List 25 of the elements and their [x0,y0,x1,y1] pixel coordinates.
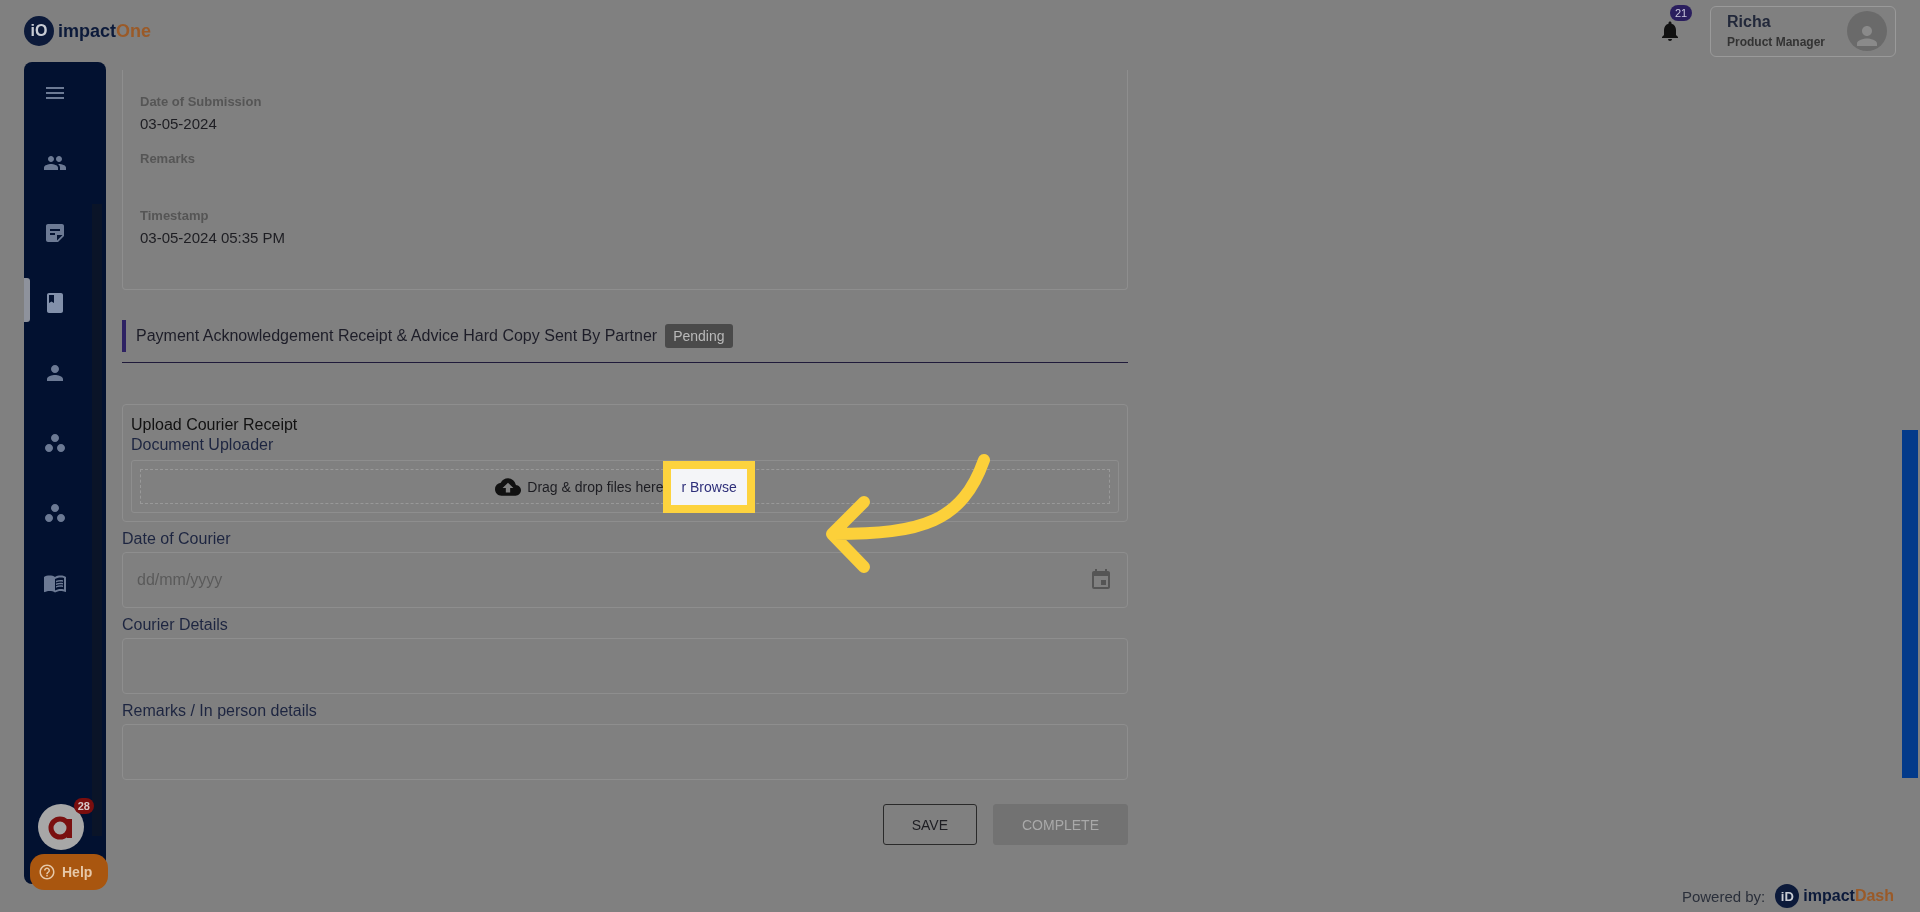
app-logo: iO impactOne [24,16,152,46]
powered-by-text: Powered by: [1681,887,1766,905]
section-title: Payment Acknowledgement Receipt & Advice Hard Copy Sent By Partner [136,327,658,345]
browse-link[interactable]: r Browse [663,460,755,513]
save-button[interactable]: SAVE [882,804,977,845]
help-icon [38,863,56,881]
impactdash-logo: iD impactDash [1775,884,1894,908]
upload-subtitle: Document Uploader [131,436,275,454]
field-label: Remarks / In person details [122,702,318,720]
field-label: Courier Details [122,616,229,634]
drop-text: Drag & drop files here [527,478,664,495]
profile-menu[interactable]: Richa Product Manager [1710,5,1896,57]
user-name: Richa [1727,13,1772,31]
user-role: Product Manager [1727,35,1825,49]
status-badge: Pending [665,324,733,348]
field-label: Date of Courier [122,530,232,548]
upload-title: Upload Courier Receipt [131,416,299,434]
notification-count: 21 [1670,5,1693,21]
avatar-icon [1847,11,1887,51]
chat-count: 28 [73,798,94,814]
detail-value: 03-05-2024 05:35 PM [140,229,286,246]
detail-value: 03-05-2024 [140,115,217,132]
help-button[interactable]: Help [30,854,109,890]
scroll-track[interactable] [92,204,102,836]
drop-zone[interactable]: Drag & drop files here r Browse [131,460,1119,513]
